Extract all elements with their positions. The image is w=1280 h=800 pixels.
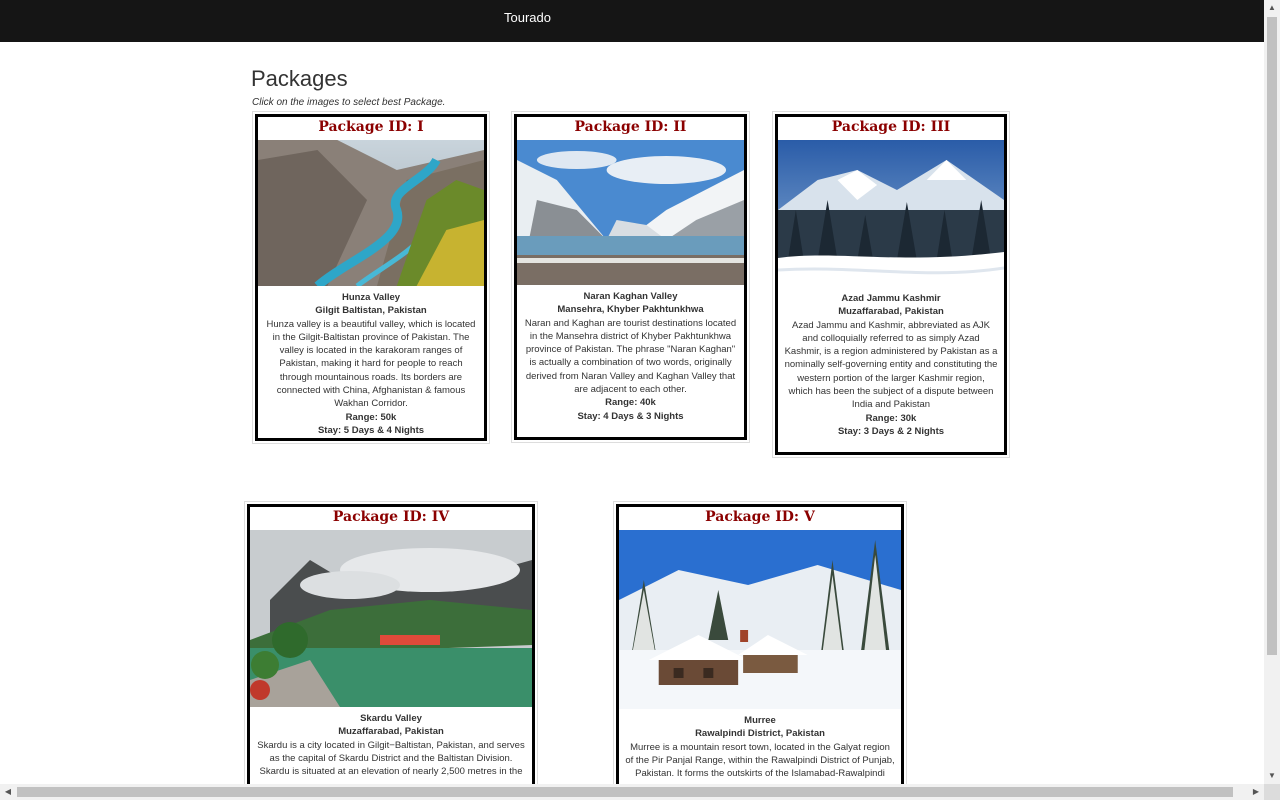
package-range: Range: 40k (605, 397, 656, 409)
horizontal-scroll-thumb[interactable] (17, 787, 1233, 797)
vertical-scrollbar[interactable]: ▲ ▼ (1264, 0, 1280, 784)
package-card[interactable]: Package ID: II Naran Kaghan Valley Manse… (511, 111, 750, 443)
package-id-label: Package ID: II (574, 119, 687, 135)
package-description: Azad Jammu and Kashmir, abbreviated as A… (784, 319, 998, 411)
package-stay: Stay: 3 Days & 2 Nights (837, 425, 945, 437)
package-image-azad-kashmir[interactable] (778, 140, 1004, 287)
scroll-left-icon[interactable]: ◀ (0, 784, 16, 800)
package-card[interactable]: Package ID: I Hunza Valley Gilgit Baltis… (252, 111, 490, 444)
package-range: Range: 50k (345, 411, 397, 423)
package-description: Skardu is a city located in Gilgit−Balti… (257, 739, 525, 778)
navbar: Tourado (0, 0, 1264, 42)
package-range: Range: 30k (865, 412, 917, 424)
package-name: Naran Kaghan Valley (583, 291, 678, 302)
package-name: Azad Jammu Kashmir (841, 293, 941, 304)
package-location: Mansehra, Khyber Pakhtunkhwa (557, 304, 704, 316)
scroll-down-icon[interactable]: ▼ (1264, 768, 1280, 784)
package-location: Gilgit Baltistan, Pakistan (315, 305, 427, 317)
package-card[interactable]: Package ID: V Murree Rawalpindi District… (613, 501, 907, 791)
package-location: Muzaffarabad, Pakistan (338, 726, 444, 738)
package-name: Murree (744, 715, 776, 726)
package-id-label: Package ID: I (318, 119, 424, 135)
scroll-right-icon[interactable]: ▶ (1248, 784, 1264, 800)
package-description: Naran and Kaghan are tourist destination… (524, 317, 737, 396)
package-stay: Stay: 4 Days & 3 Nights (577, 410, 684, 422)
scroll-up-icon[interactable]: ▲ (1264, 0, 1280, 16)
package-image-skardu[interactable] (250, 530, 532, 707)
scrollbar-corner (1264, 784, 1280, 800)
package-location: Muzaffarabad, Pakistan (838, 306, 944, 318)
package-card[interactable]: Package ID: III Azad Jammu Kashmir Muzaf… (772, 111, 1010, 458)
page-subtitle: Click on the images to select best Packa… (252, 97, 446, 108)
brand-link[interactable]: Tourado (504, 10, 551, 25)
package-name: Hunza Valley (341, 292, 401, 303)
package-location: Rawalpindi District, Pakistan (695, 728, 825, 740)
package-description: Hunza valley is a beautiful valley, whic… (266, 318, 476, 410)
package-image-murree[interactable] (619, 530, 901, 709)
package-description: Murree is a mountain resort town, locate… (625, 741, 895, 780)
package-name: Skardu Valley (360, 713, 422, 724)
package-stay: Stay: 5 Days & 4 Nights (317, 424, 425, 436)
vertical-scroll-thumb[interactable] (1267, 17, 1277, 655)
package-card[interactable]: Package ID: IV Skardu Valley Muzaffaraba… (244, 501, 538, 791)
package-id-label: Package ID: IV (332, 509, 450, 525)
package-id-label: Package ID: III (831, 119, 951, 135)
horizontal-scrollbar[interactable]: ◀ ▶ (0, 784, 1264, 800)
package-id-label: Package ID: V (705, 509, 815, 525)
package-image-naran-kaghan[interactable] (517, 140, 744, 285)
page-title: Packages (251, 66, 348, 91)
package-image-hunza[interactable] (258, 140, 484, 286)
